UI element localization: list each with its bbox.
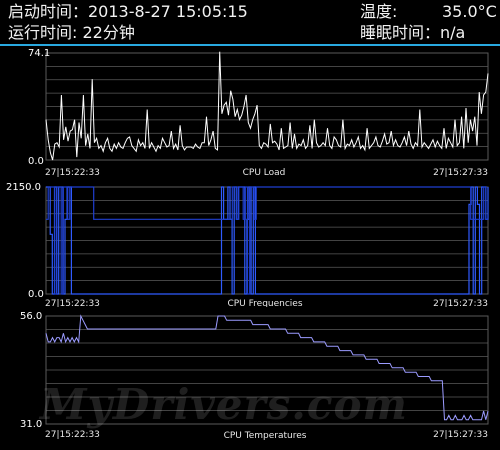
graph-title: CPU Load xyxy=(243,168,286,178)
y-max-label: 74.1 xyxy=(28,48,50,59)
y-min-label: 0.0 xyxy=(28,156,44,167)
header-divider xyxy=(0,44,500,46)
x-end-label: 27|15:27:33 xyxy=(433,430,488,440)
x-start-label: 27|15:22:33 xyxy=(45,299,100,307)
temperature-value: 35.0°C xyxy=(442,2,497,21)
y-max-label: 56.0 xyxy=(20,311,42,322)
y-min-label: 31.0 xyxy=(20,419,42,430)
graph-title: CPU Frequencies xyxy=(227,299,302,307)
run-time: 运行时间: 22分钟 xyxy=(8,23,135,42)
x-end-label: 27|15:27:33 xyxy=(433,168,488,178)
temperature-label: 温度: xyxy=(360,2,398,21)
graph-background xyxy=(0,307,500,450)
y-max-label: 2150.0 xyxy=(6,182,41,193)
start-time: 启动时间：2013-8-27 15:05:15 xyxy=(8,2,248,21)
x-end-label: 27|15:27:33 xyxy=(433,299,488,307)
status-header: 启动时间：2013-8-27 15:05:15 温度: 35.0°C 运行时间:… xyxy=(0,0,500,46)
x-start-label: 27|15:22:33 xyxy=(45,168,100,178)
graph-title: CPU Temperatures xyxy=(224,431,307,441)
cpu-load-graph[interactable]: 74.1 0.0 27|15:22:33 CPU Load 27|15:27:3… xyxy=(0,47,500,180)
sleep-time: 睡眠时间：n/a xyxy=(360,23,466,42)
x-start-label: 27|15:22:33 xyxy=(45,430,100,440)
y-min-label: 0.0 xyxy=(28,289,44,300)
cpu-frequencies-graph[interactable]: 2150.0 0.0 27|15:22:33 CPU Frequencies 2… xyxy=(0,180,500,307)
cpu-temperatures-graph[interactable]: 56.0 31.0 27|15:22:33 CPU Temperatures 2… xyxy=(0,307,500,450)
